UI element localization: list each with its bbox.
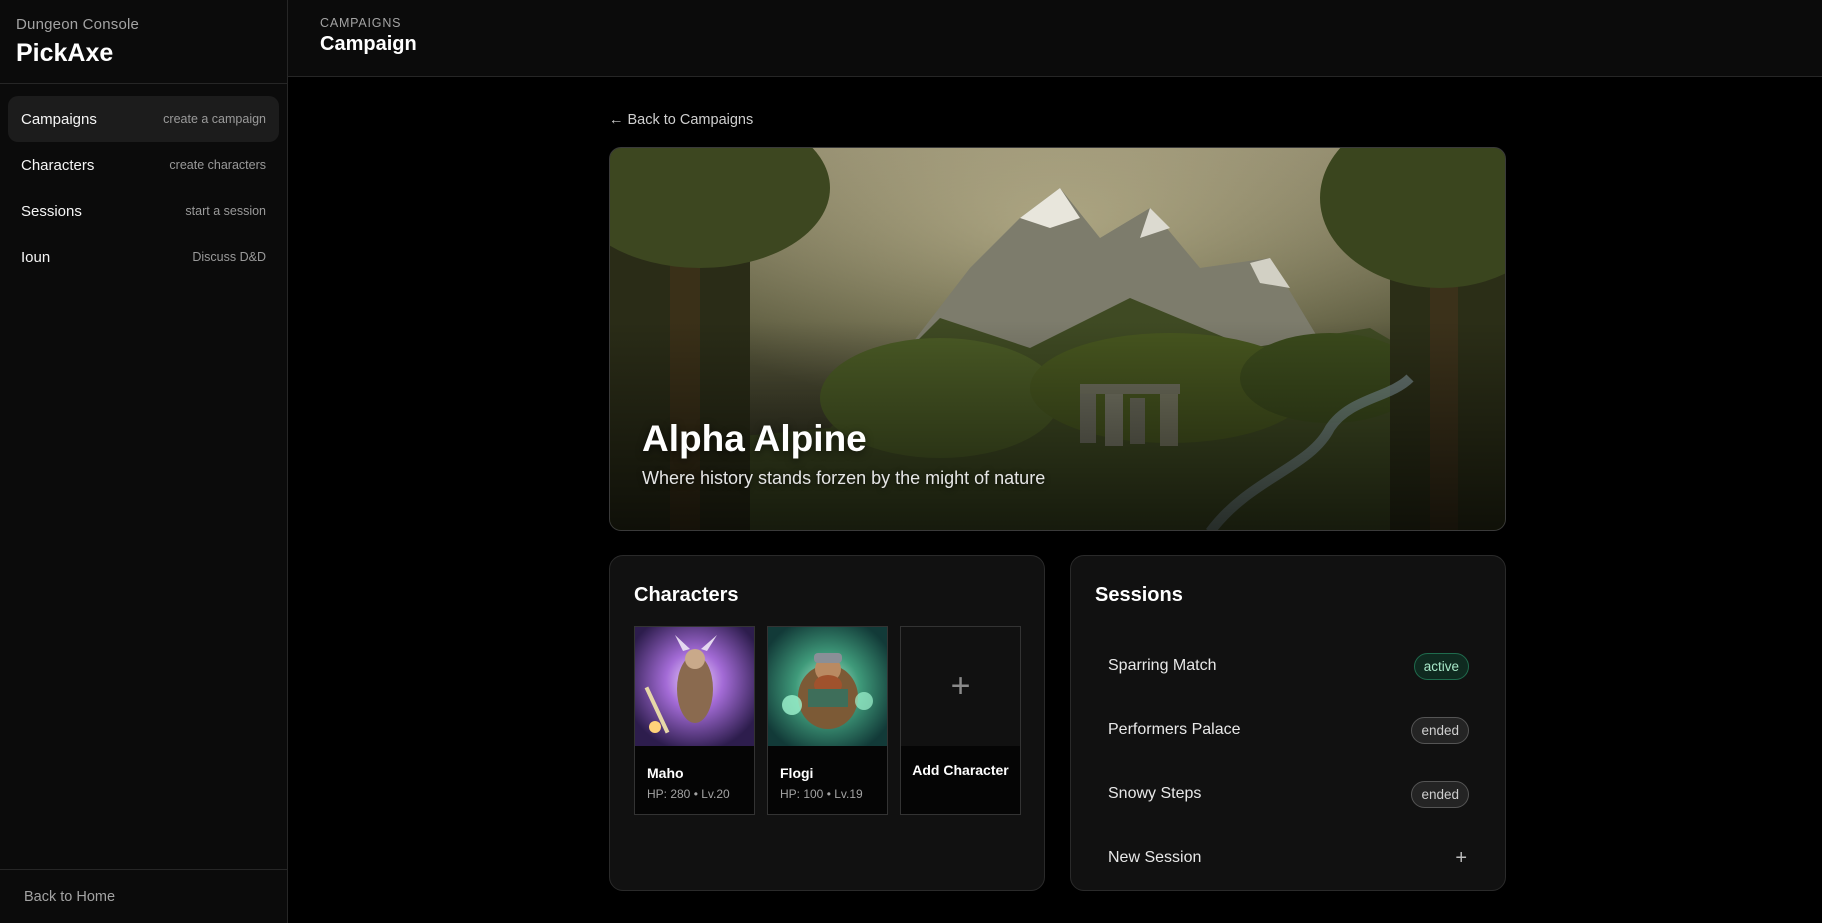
session-row[interactable]: Sparring Match active: [1095, 634, 1481, 698]
new-session-label: New Session: [1108, 849, 1202, 866]
character-stats: HP: 100 • Lv.19: [780, 787, 863, 801]
page-title: Campaign: [320, 33, 417, 55]
plus-icon: +: [901, 627, 1020, 746]
status-badge: active: [1413, 652, 1469, 680]
add-character-label: Add Character: [912, 762, 1009, 778]
session-name: Snowy Steps: [1108, 785, 1202, 802]
plus-icon: +: [1455, 846, 1467, 869]
sessions-panel: Sessions Sparring Match active Performer…: [1070, 555, 1506, 891]
back-link-label: Back to Campaigns: [627, 112, 754, 128]
sidebar-item-hint: create characters: [169, 158, 266, 172]
brand-subtitle: Dungeon Console: [16, 16, 140, 33]
session-name: Performers Palace: [1108, 721, 1241, 738]
sidebar-item-characters[interactable]: Characters create characters: [8, 142, 279, 188]
sidebar-item-sessions[interactable]: Sessions start a session: [8, 188, 279, 234]
status-badge: ended: [1411, 780, 1469, 808]
breadcrumb: CAMPAIGNS: [320, 16, 402, 30]
character-card-flogi[interactable]: Flogi HP: 100 • Lv.19: [767, 626, 888, 815]
character-stats: HP: 280 • Lv.20: [647, 787, 730, 801]
sidebar-footer: Back to Home: [0, 869, 287, 923]
session-row[interactable]: Snowy Steps ended: [1095, 762, 1481, 826]
sidebar-item-hint: Discuss D&D: [192, 250, 266, 264]
character-name: Flogi: [780, 765, 814, 781]
sidebar-item-hint: start a session: [185, 204, 266, 218]
back-to-home-link[interactable]: Back to Home: [24, 889, 115, 905]
character-portrait: [768, 627, 887, 746]
session-list: Sparring Match active Performers Palace …: [1095, 634, 1481, 890]
main-area: CAMPAIGNS Campaign ← Back to Campaigns A…: [288, 0, 1822, 923]
sessions-title: Sessions: [1095, 584, 1183, 606]
character-name: Maho: [647, 765, 684, 781]
character-card-maho[interactable]: Maho HP: 280 • Lv.20: [634, 626, 755, 815]
sidebar: Dungeon Console PickAxe Campaigns create…: [0, 0, 288, 923]
top-bar: CAMPAIGNS Campaign: [288, 0, 1822, 77]
campaign-title: Alpha Alpine: [642, 418, 867, 459]
characters-title: Characters: [634, 584, 739, 606]
sidebar-item-label: Ioun: [21, 248, 51, 266]
new-session-button[interactable]: New Session +: [1095, 826, 1481, 890]
sidebar-item-label: Sessions: [21, 202, 82, 220]
characters-panel: Characters Maho HP: 280 • Lv.20 Flogi HP…: [609, 555, 1045, 891]
session-row[interactable]: Performers Palace ended: [1095, 698, 1481, 762]
sidebar-item-ioun[interactable]: Ioun Discuss D&D: [8, 234, 279, 280]
character-portrait: [635, 627, 754, 746]
back-to-campaigns-link[interactable]: ← Back to Campaigns: [609, 112, 753, 128]
campaign-hero: Alpha Alpine Where history stands forzen…: [609, 147, 1506, 531]
arrow-left-icon: ←: [609, 112, 624, 128]
status-badge: ended: [1411, 716, 1469, 744]
app-root: Dungeon Console PickAxe Campaigns create…: [0, 0, 1822, 923]
sidebar-item-hint: create a campaign: [163, 112, 266, 126]
character-grid: Maho HP: 280 • Lv.20 Flogi HP: 100 • Lv.…: [634, 626, 1021, 815]
brand: Dungeon Console PickAxe: [0, 0, 287, 84]
session-name: Sparring Match: [1108, 657, 1217, 674]
sidebar-nav: Campaigns create a campaign Characters c…: [0, 84, 287, 292]
brand-title: PickAxe: [16, 39, 114, 67]
campaign-subtitle: Where history stands forzen by the might…: [642, 468, 1046, 488]
sidebar-item-label: Campaigns: [21, 110, 97, 128]
add-character-button[interactable]: + Add Character: [900, 626, 1021, 815]
sidebar-item-campaigns[interactable]: Campaigns create a campaign: [8, 96, 279, 142]
sidebar-item-label: Characters: [21, 156, 95, 174]
hero-text: Alpha Alpine Where history stands forzen…: [642, 418, 1045, 489]
